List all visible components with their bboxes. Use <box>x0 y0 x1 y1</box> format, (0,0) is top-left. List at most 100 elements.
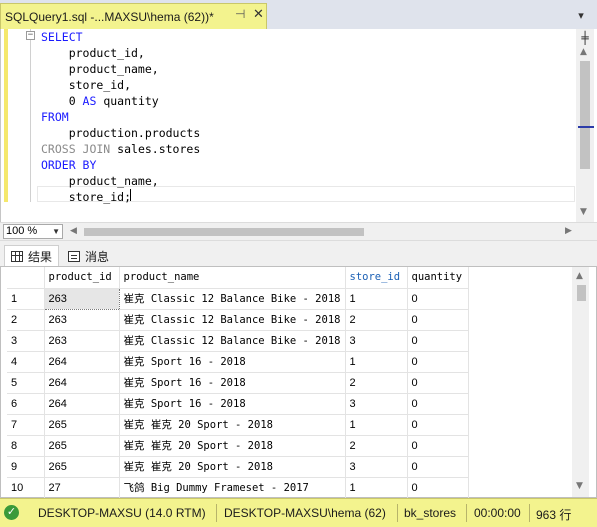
table-row[interactable]: 8 265 崔克 崔克 20 Sport - 2018 2 0 <box>7 435 469 457</box>
code-line[interactable]: ORDER BY <box>41 157 576 173</box>
cell-product-name[interactable]: 崔克 Classic 12 Balance Bike - 2018 <box>119 288 346 310</box>
column-header[interactable]: product_name <box>119 267 346 289</box>
cell-store-id[interactable]: 2 <box>345 309 408 331</box>
cell-product-id[interactable]: 265 <box>44 456 120 478</box>
cell-product-name[interactable]: 崔克 崔克 20 Sport - 2018 <box>119 456 346 478</box>
tab-results[interactable]: 结果 <box>4 245 60 267</box>
code-line[interactable]: CROSS JOIN sales.stores <box>41 141 576 157</box>
cell-quantity[interactable]: 0 <box>407 330 469 352</box>
row-number[interactable]: 10 <box>7 477 45 499</box>
results-grid[interactable]: product_id product_name store_id quantit… <box>0 266 597 499</box>
cell-quantity[interactable]: 0 <box>407 393 469 415</box>
horizontal-scrollbar-thumb[interactable] <box>84 228 364 236</box>
cell-product-id[interactable]: 263 <box>43 287 120 310</box>
table-row[interactable]: 5 264 崔克 Sport 16 - 2018 2 0 <box>7 372 469 394</box>
cell-product-name[interactable]: 崔克 Sport 16 - 2018 <box>119 351 346 373</box>
code-token: production.products <box>41 126 201 140</box>
row-number[interactable]: 5 <box>7 372 45 394</box>
cell-store-id[interactable]: 1 <box>345 414 408 436</box>
row-number[interactable]: 8 <box>7 435 45 457</box>
row-number[interactable]: 3 <box>7 330 45 352</box>
close-icon[interactable]: ✕ <box>253 6 264 22</box>
table-row[interactable]: 4 264 崔克 Sport 16 - 2018 1 0 <box>7 351 469 373</box>
cell-product-name[interactable]: 飞鸽 Big Dummy Frameset - 2017 <box>119 477 346 499</box>
cell-product-name[interactable]: 崔克 Sport 16 - 2018 <box>119 393 346 415</box>
code-line[interactable]: FROM <box>41 109 576 125</box>
pin-icon[interactable]: ⊣ <box>235 7 245 21</box>
table-row[interactable]: 2 263 崔克 Classic 12 Balance Bike - 2018 2 0 <box>7 309 469 331</box>
cell-store-id[interactable]: 3 <box>345 456 408 478</box>
row-number[interactable]: 6 <box>7 393 45 415</box>
cell-store-id[interactable]: 3 <box>345 393 408 415</box>
row-number[interactable]: 7 <box>7 414 45 436</box>
table-row[interactable]: 1 263 崔克 Classic 12 Balance Bike - 2018 1 0 <box>7 287 469 310</box>
cell-product-name[interactable]: 崔克 崔克 20 Sport - 2018 <box>119 414 346 436</box>
cell-store-id[interactable]: 1 <box>345 288 408 310</box>
cell-product-name[interactable]: 崔克 Classic 12 Balance Bike - 2018 <box>119 330 346 352</box>
cell-product-name[interactable]: 崔克 Classic 12 Balance Bike - 2018 <box>119 309 346 331</box>
scroll-down-icon[interactable]: ▼ <box>580 207 587 217</box>
zoom-select[interactable]: 100 % ▼ <box>3 224 63 239</box>
cell-quantity[interactable]: 0 <box>407 456 469 478</box>
cell-product-name[interactable]: 崔克 崔克 20 Sport - 2018 <box>119 435 346 457</box>
sql-editor[interactable]: − SELECT product_id, product_name, store… <box>0 29 597 222</box>
code-line[interactable]: product_name, <box>41 61 576 77</box>
row-number[interactable]: 1 <box>7 288 45 310</box>
cell-product-id[interactable]: 27 <box>44 477 120 499</box>
scrollbar-thumb[interactable] <box>580 61 590 169</box>
code-line[interactable]: product_id, <box>41 45 576 61</box>
table-row[interactable]: 3 263 崔克 Classic 12 Balance Bike - 2018 3 0 <box>7 330 469 352</box>
row-number[interactable]: 9 <box>7 456 45 478</box>
table-row[interactable]: 10 27 飞鸽 Big Dummy Frameset - 2017 1 0 <box>7 477 469 499</box>
tab-sqlquery1[interactable]: SQLQuery1.sql -...MAXSU\hema (62))* ⊣ ✕ <box>0 3 267 29</box>
table-row[interactable]: 9 265 崔克 崔克 20 Sport - 2018 3 0 <box>7 456 469 478</box>
table-row[interactable]: 6 264 崔克 Sport 16 - 2018 3 0 <box>7 393 469 415</box>
code-line[interactable]: SELECT <box>41 29 576 45</box>
cell-store-id[interactable]: 2 <box>345 435 408 457</box>
cell-quantity[interactable]: 0 <box>407 414 469 436</box>
cell-store-id[interactable]: 3 <box>345 330 408 352</box>
scroll-down-icon[interactable]: ▼ <box>576 481 583 491</box>
code-line[interactable]: 0 AS quantity <box>41 93 576 109</box>
scroll-right-icon[interactable]: ▶ <box>565 226 572 236</box>
scroll-up-icon[interactable]: ▲ <box>576 271 583 281</box>
column-header[interactable]: quantity <box>407 267 469 289</box>
row-number[interactable]: 4 <box>7 351 45 373</box>
row-number[interactable]: 2 <box>7 309 45 331</box>
column-header[interactable]: store_id <box>345 267 408 289</box>
split-view-icon[interactable]: ╪ <box>578 31 592 45</box>
cell-product-id[interactable]: 265 <box>44 414 120 436</box>
cell-product-id[interactable]: 264 <box>44 393 120 415</box>
cell-product-name[interactable]: 崔克 Sport 16 - 2018 <box>119 372 346 394</box>
cell-store-id[interactable]: 1 <box>345 351 408 373</box>
collapse-icon[interactable]: − <box>26 31 35 40</box>
cell-quantity[interactable]: 0 <box>407 351 469 373</box>
cell-quantity[interactable]: 0 <box>407 435 469 457</box>
cell-product-id[interactable]: 264 <box>44 351 120 373</box>
code-text[interactable]: SELECT product_id, product_name, store_i… <box>41 29 576 205</box>
cell-product-id[interactable]: 263 <box>44 309 120 331</box>
cell-product-id[interactable]: 265 <box>44 435 120 457</box>
code-line[interactable]: production.products <box>41 125 576 141</box>
scroll-up-icon[interactable]: ▲ <box>580 47 587 57</box>
cell-quantity[interactable]: 0 <box>407 372 469 394</box>
code-line[interactable]: store_id, <box>41 77 576 93</box>
cell-product-id[interactable]: 264 <box>44 372 120 394</box>
cell-product-id[interactable]: 263 <box>44 330 120 352</box>
cell-store-id[interactable]: 1 <box>345 477 408 499</box>
chevron-down-icon[interactable]: ▼ <box>52 225 60 238</box>
code-line[interactable]: store_id; <box>41 189 576 205</box>
cell-quantity[interactable]: 0 <box>407 477 469 499</box>
grid-vertical-scrollbar[interactable] <box>572 267 589 497</box>
scroll-left-icon[interactable]: ◀ <box>70 226 77 236</box>
table-row[interactable]: 7 265 崔克 崔克 20 Sport - 2018 1 0 <box>7 414 469 436</box>
cell-quantity[interactable]: 0 <box>407 288 469 310</box>
chevron-down-icon[interactable]: ▾ <box>573 8 589 24</box>
cell-store-id[interactable]: 2 <box>345 372 408 394</box>
column-header[interactable]: product_id <box>44 267 120 289</box>
code-line[interactable]: product_name, <box>41 173 576 189</box>
row-header-corner[interactable] <box>7 267 45 289</box>
cell-quantity[interactable]: 0 <box>407 309 469 331</box>
scrollbar-thumb[interactable] <box>577 285 586 301</box>
tab-messages[interactable]: 消息 <box>62 245 115 267</box>
